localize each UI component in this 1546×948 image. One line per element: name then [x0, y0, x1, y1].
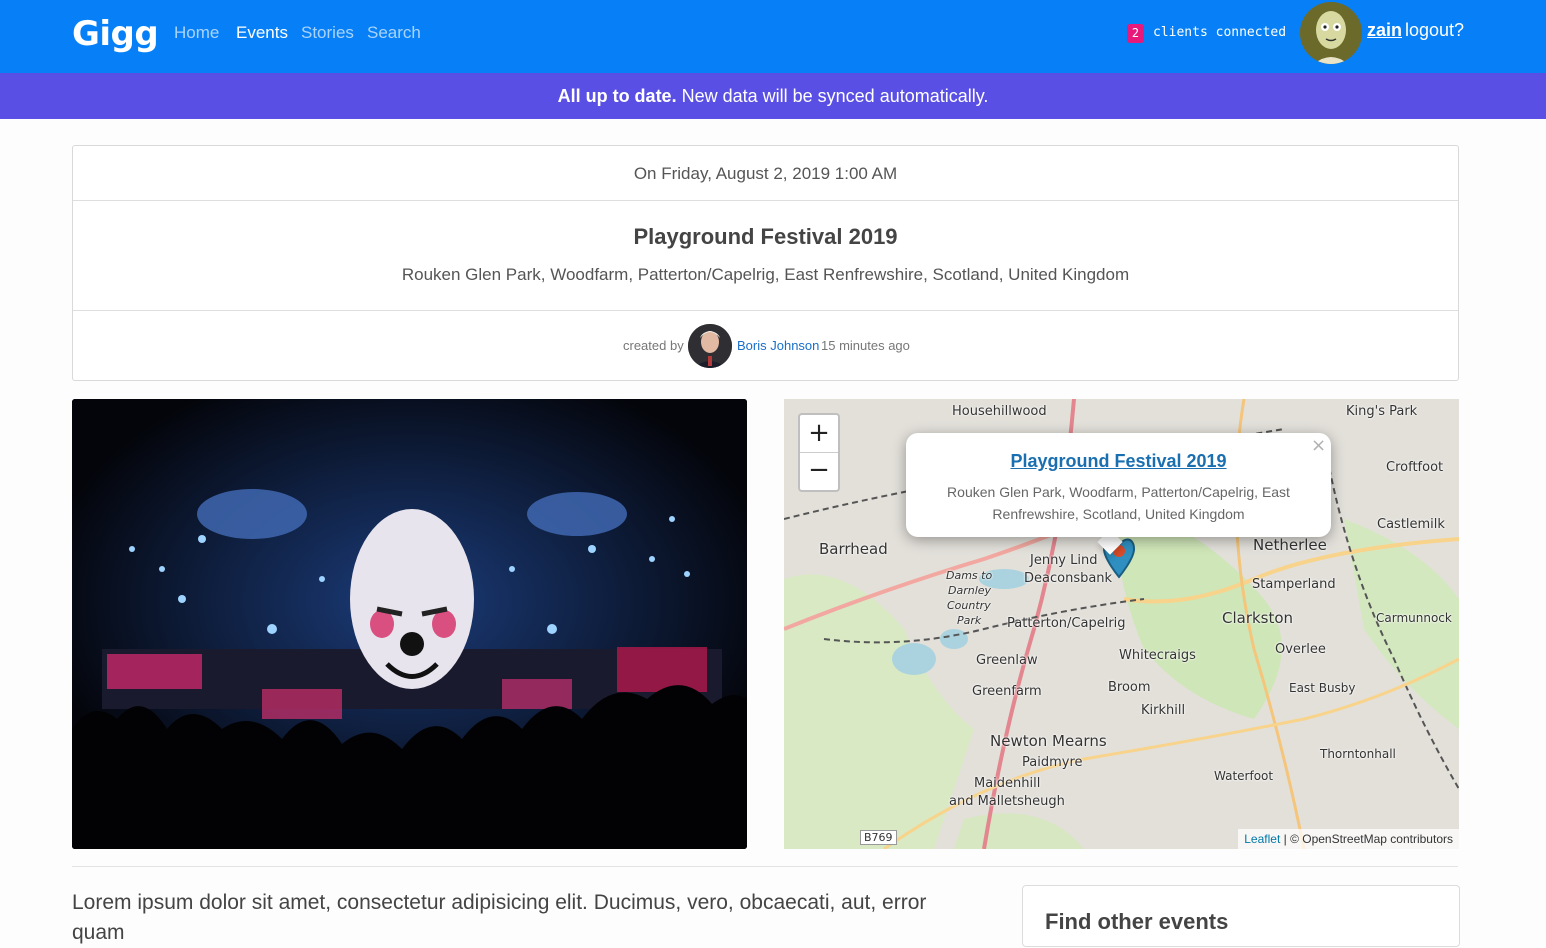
map-label-carmunnock: Carmunnock [1376, 611, 1452, 625]
map-label-thorntonhall: Thorntonhall [1320, 747, 1396, 761]
map-label-kings-park: King's Park [1346, 404, 1418, 419]
map-label-dams: Dams to [946, 569, 993, 582]
clients-connected-label: clients connected [1153, 25, 1287, 40]
map-label-greenlaw: Greenlaw [976, 653, 1038, 668]
map-label-country: Country [947, 599, 991, 612]
popup-title-link[interactable]: Playground Festival 2019 [906, 451, 1331, 472]
event-photo [72, 399, 747, 849]
event-date: On Friday, August 2, 2019 1:00 AM [73, 146, 1458, 201]
event-card-footer: created by Boris Johnson 15 minutes ago [73, 310, 1458, 381]
nav-search[interactable]: Search [367, 23, 421, 43]
map-label-netherlee: Netherlee [1253, 536, 1327, 554]
section-divider [72, 866, 1458, 867]
event-photo-image [72, 399, 747, 849]
username-link[interactable]: zain [1367, 20, 1402, 41]
map-label-greenfarm: Greenfarm [972, 684, 1042, 699]
map-label-newton-mearns: Newton Mearns [990, 732, 1107, 750]
map-label-paidmyre: Paidmyre [1022, 755, 1083, 770]
nav-stories[interactable]: Stories [301, 23, 354, 43]
zoom-in-button[interactable]: + [800, 415, 838, 453]
map-label-castlemilk: Castlemilk [1377, 517, 1445, 532]
sync-status-bar: All up to date. New data will be synced … [0, 73, 1546, 119]
map-label-deaconsbank: Deaconsbank [1024, 571, 1113, 586]
map-zoom-control: + − [798, 413, 840, 492]
map-label-east-busby: East Busby [1289, 681, 1356, 695]
map-label-malletsheugh: and Malletsheugh [949, 794, 1065, 809]
nav-events[interactable]: Events [236, 23, 288, 43]
map-label-park: Park [957, 614, 982, 627]
map-label-clarkston: Clarkston [1222, 609, 1294, 627]
creator-name-link[interactable]: Boris Johnson [737, 338, 819, 353]
map-label-waterfoot: Waterfoot [1214, 769, 1274, 783]
leaflet-link[interactable]: Leaflet [1244, 832, 1280, 846]
map-label-maidenhill: Maidenhill [974, 776, 1041, 791]
attribution-text: | © OpenStreetMap contributors [1280, 832, 1453, 846]
find-other-events-title: Find other events [1045, 909, 1229, 934]
event-address: Rouken Glen Park, Woodfarm, Patterton/Ca… [401, 265, 1130, 284]
map-label-jenny-lind: Jenny Lind [1030, 553, 1098, 568]
user-avatar-image [1300, 2, 1362, 64]
created-ago: 15 minutes ago [821, 338, 910, 353]
map-popup: × Playground Festival 2019 Rouken Glen P… [906, 433, 1331, 537]
map-attribution: Leaflet | © OpenStreetMap contributors [1238, 829, 1459, 849]
map-label-overlee: Overlee [1275, 642, 1326, 657]
sync-status-bold: All up to date. [557, 86, 677, 106]
popup-address: Rouken Glen Park, Woodfarm, Patterton/Ca… [947, 484, 1290, 522]
map-label-barrhead: Barrhead [819, 540, 888, 558]
created-by-label: created by [623, 338, 684, 353]
map-label-croftfoot: Croftfoot [1386, 460, 1444, 475]
map-label-broom: Broom [1108, 680, 1151, 695]
event-description: Lorem ipsum dolor sit amet, consectetur … [72, 891, 927, 944]
event-card: On Friday, August 2, 2019 1:00 AM Playgr… [72, 145, 1459, 381]
creator-avatar[interactable] [688, 324, 732, 368]
sync-status-message: New data will be synced automatically. [681, 86, 989, 106]
find-other-events-card: Find other events [1022, 885, 1460, 947]
map-label-darnley: Darnley [948, 584, 992, 597]
brand-logo[interactable]: Gigg [72, 14, 159, 54]
map-label-whitecraigs: Whitecraigs [1119, 648, 1196, 663]
map-label-b769: B769 [860, 830, 897, 845]
map-label-househillwood: Househillwood [952, 404, 1047, 419]
logout-link[interactable]: logout? [1405, 20, 1464, 41]
creator-avatar-image [688, 324, 732, 368]
clients-count-badge: 2 [1127, 24, 1144, 43]
nav-home[interactable]: Home [174, 23, 219, 43]
user-avatar[interactable] [1300, 2, 1362, 64]
map-label-stamperland: Stamperland [1252, 577, 1336, 592]
zoom-out-button[interactable]: − [800, 452, 838, 489]
map-label-kirkhill: Kirkhill [1141, 703, 1186, 718]
event-title: Playground Festival 2019 [633, 224, 898, 249]
event-map[interactable]: Househillwood King's Park Croftfoot Cast… [784, 399, 1459, 849]
navbar: Gigg Home Events Stories Search 2 client… [0, 0, 1546, 73]
map-label-patterton: Patterton/Capelrig [1007, 616, 1126, 631]
